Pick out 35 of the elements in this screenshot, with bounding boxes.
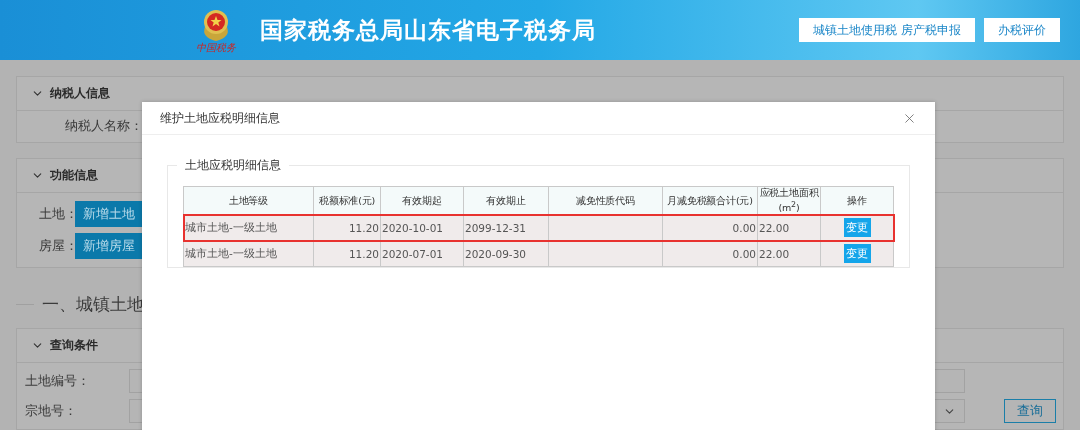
column-header: 有效期起 bbox=[380, 186, 464, 215]
table-cell: 城市土地-一级土地 bbox=[183, 240, 314, 267]
field-label: 宗地号： bbox=[25, 402, 78, 420]
table-cell: 2020-07-01 bbox=[380, 240, 464, 267]
column-header: 有效期止 bbox=[463, 186, 549, 215]
table-cell: 2020-09-30 bbox=[463, 240, 549, 267]
column-header: 土地等级 bbox=[183, 186, 314, 215]
column-header: 税额标准(元) bbox=[313, 186, 381, 215]
column-header: 减免性质代码 bbox=[548, 186, 663, 215]
table-cell: 0.00 bbox=[662, 240, 758, 267]
column-header: 应税土地面积(m$^{2}$) bbox=[757, 186, 821, 215]
column-header: 操作 bbox=[820, 186, 894, 215]
emblem-caption: 中国税务 bbox=[196, 43, 236, 53]
dialog-title: 维护土地应税明细信息 bbox=[160, 109, 280, 127]
panel-title: 查询条件 bbox=[50, 337, 98, 354]
header-button[interactable]: 办税评价 bbox=[984, 18, 1060, 42]
query-button[interactable]: 查询 bbox=[1004, 399, 1056, 423]
add-button[interactable]: 新增房屋 bbox=[75, 233, 143, 259]
panel-title: 纳税人信息 bbox=[50, 85, 110, 102]
header-button[interactable]: 城镇土地使用税 房产税申报 bbox=[799, 18, 975, 42]
site-title: 国家税务总局山东省电子税务局 bbox=[260, 15, 596, 45]
panel-title: 功能信息 bbox=[50, 167, 98, 184]
table-cell: 11.20 bbox=[313, 214, 381, 241]
table-cell: 22.00 bbox=[757, 214, 821, 241]
field-label: 土地编号： bbox=[25, 372, 91, 390]
table-cell: 城市土地-一级土地 bbox=[183, 214, 314, 241]
table-cell: 2099-12-31 bbox=[463, 214, 549, 241]
table-cell: 0.00 bbox=[662, 214, 758, 241]
table-cell: 2020-10-01 bbox=[380, 214, 464, 241]
column-header: 月减免税额合计(元) bbox=[662, 186, 758, 215]
change-button[interactable]: 变更 bbox=[843, 218, 871, 238]
field-label: 纳税人名称： bbox=[64, 118, 143, 135]
fieldset-legend: 土地应税明细信息 bbox=[177, 157, 289, 174]
add-button[interactable]: 新增土地 bbox=[75, 201, 143, 227]
change-button[interactable]: 变更 bbox=[843, 244, 871, 264]
